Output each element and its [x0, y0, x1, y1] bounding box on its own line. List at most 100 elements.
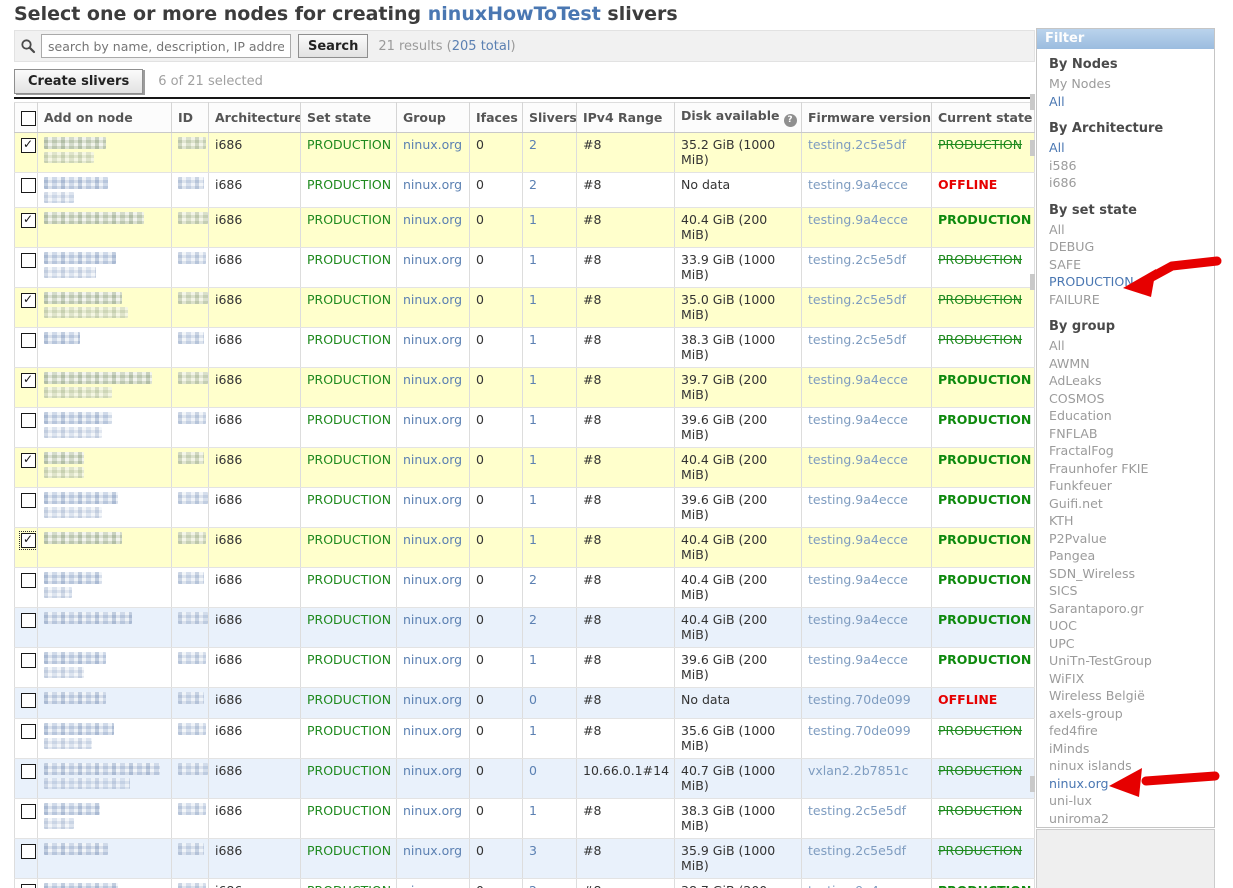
filter-item-all[interactable]: All: [1049, 337, 1214, 355]
row-checkbox[interactable]: [21, 724, 36, 739]
group-link[interactable]: ninux.org: [403, 612, 462, 627]
filter-item-funkfeuer[interactable]: Funkfeuer: [1049, 477, 1214, 495]
firmware-link[interactable]: testing.9a4ecce: [808, 372, 908, 387]
redacted-node-name[interactable]: [44, 883, 118, 888]
filter-item-upc[interactable]: UPC: [1049, 635, 1214, 653]
slivers-link[interactable]: 1: [529, 372, 537, 387]
search-input[interactable]: [41, 34, 291, 58]
slivers-link[interactable]: 2: [529, 177, 537, 192]
firmware-link[interactable]: testing.9a4ecce: [808, 572, 908, 587]
slivers-link[interactable]: 1: [529, 252, 537, 267]
firmware-link[interactable]: testing.9a4ecce: [808, 212, 908, 227]
filter-item-axels-group[interactable]: axels-group: [1049, 705, 1214, 723]
row-checkbox[interactable]: [21, 533, 36, 548]
group-link[interactable]: ninux.org: [403, 763, 462, 778]
redacted-node-name[interactable]: [44, 137, 106, 149]
filter-item-uni-lux[interactable]: uni-lux: [1049, 792, 1214, 810]
redacted-node-name[interactable]: [44, 692, 106, 704]
redacted-node-name[interactable]: [44, 652, 106, 664]
slivers-link[interactable]: 1: [529, 212, 537, 227]
filter-item-failure[interactable]: FAILURE: [1049, 291, 1214, 309]
row-checkbox[interactable]: [21, 844, 36, 859]
group-link[interactable]: ninux.org: [403, 572, 462, 587]
filter-item-all[interactable]: All: [1049, 221, 1214, 239]
filter-item-all[interactable]: All: [1049, 139, 1214, 157]
firmware-link[interactable]: testing.2c5e5df: [808, 803, 906, 818]
group-link[interactable]: ninux.org: [403, 692, 462, 707]
row-checkbox[interactable]: [21, 333, 36, 348]
redacted-node-name[interactable]: [44, 372, 152, 384]
slivers-link[interactable]: 3: [529, 843, 537, 858]
firmware-link[interactable]: testing.9a4ecce: [808, 532, 908, 547]
row-checkbox[interactable]: [21, 884, 36, 888]
row-checkbox[interactable]: [21, 493, 36, 508]
row-checkbox[interactable]: [21, 373, 36, 388]
redacted-node-name[interactable]: [44, 412, 112, 424]
row-checkbox[interactable]: [21, 804, 36, 819]
row-checkbox[interactable]: [21, 573, 36, 588]
filter-item-fractalfog[interactable]: FractalFog: [1049, 442, 1214, 460]
filter-item-i686[interactable]: i686: [1049, 174, 1214, 192]
row-checkbox[interactable]: [21, 138, 36, 153]
slivers-link[interactable]: 2: [529, 137, 537, 152]
create-slivers-button[interactable]: Create slivers: [14, 69, 143, 94]
filter-item-fed4fire[interactable]: fed4fire: [1049, 722, 1214, 740]
filter-item-education[interactable]: Education: [1049, 407, 1214, 425]
row-checkbox[interactable]: [21, 293, 36, 308]
firmware-link[interactable]: testing.2c5e5df: [808, 252, 906, 267]
firmware-link[interactable]: testing.9a4ecce: [808, 452, 908, 467]
row-checkbox[interactable]: [21, 413, 36, 428]
firmware-link[interactable]: testing.9a4ecce: [808, 177, 908, 192]
filter-item-my-nodes[interactable]: My Nodes: [1049, 75, 1214, 93]
firmware-link[interactable]: vxlan2.2b7851c: [808, 763, 908, 778]
firmware-link[interactable]: testing.2c5e5df: [808, 843, 906, 858]
slivers-link[interactable]: 1: [529, 412, 537, 427]
slivers-link[interactable]: 1: [529, 803, 537, 818]
total-results-link[interactable]: 205 total: [452, 39, 511, 54]
slivers-link[interactable]: 1: [529, 332, 537, 347]
group-link[interactable]: ninux.org: [403, 372, 462, 387]
slivers-link[interactable]: 0: [529, 763, 537, 778]
filter-item-awmn[interactable]: AWMN: [1049, 355, 1214, 373]
group-link[interactable]: ninux.org: [403, 883, 462, 888]
slivers-link[interactable]: 1: [529, 452, 537, 467]
filter-item-cosmos[interactable]: COSMOS: [1049, 390, 1214, 408]
row-checkbox[interactable]: [21, 613, 36, 628]
group-link[interactable]: ninux.org: [403, 843, 462, 858]
filter-item-pangea[interactable]: Pangea: [1049, 547, 1214, 565]
filter-item-sics[interactable]: SICS: [1049, 582, 1214, 600]
redacted-node-name[interactable]: [44, 177, 108, 189]
filter-item-iminds[interactable]: iMinds: [1049, 740, 1214, 758]
redacted-node-name[interactable]: [44, 572, 102, 584]
filter-item-wireless-belgi-[interactable]: Wireless België: [1049, 687, 1214, 705]
filter-item-fraunhofer-fkie[interactable]: Fraunhofer FKIE: [1049, 460, 1214, 478]
redacted-node-name[interactable]: [44, 763, 160, 775]
group-link[interactable]: ninux.org: [403, 532, 462, 547]
redacted-node-name[interactable]: [44, 452, 84, 464]
slivers-link[interactable]: 0: [529, 692, 537, 707]
redacted-node-name[interactable]: [44, 252, 116, 264]
group-link[interactable]: ninux.org: [403, 652, 462, 667]
filter-item-wifix[interactable]: WiFIX: [1049, 670, 1214, 688]
firmware-link[interactable]: testing.9a4ecce: [808, 412, 908, 427]
firmware-link[interactable]: testing.2c5e5df: [808, 137, 906, 152]
filter-item-unitn-testgroup[interactable]: UniTn-TestGroup: [1049, 652, 1214, 670]
redacted-node-name[interactable]: [44, 212, 144, 224]
filter-item-uniroma2[interactable]: uniroma2: [1049, 810, 1214, 828]
slivers-link[interactable]: 1: [529, 292, 537, 307]
redacted-node-name[interactable]: [44, 292, 122, 304]
redacted-node-name[interactable]: [44, 843, 108, 855]
group-link[interactable]: ninux.org: [403, 412, 462, 427]
filter-item-production[interactable]: PRODUCTION: [1049, 273, 1214, 291]
row-checkbox[interactable]: [21, 253, 36, 268]
group-link[interactable]: ninux.org: [403, 452, 462, 467]
group-link[interactable]: ninux.org: [403, 212, 462, 227]
group-link[interactable]: ninux.org: [403, 292, 462, 307]
slivers-link[interactable]: 2: [529, 572, 537, 587]
redacted-node-name[interactable]: [44, 532, 122, 544]
slivers-link[interactable]: 1: [529, 532, 537, 547]
group-link[interactable]: ninux.org: [403, 177, 462, 192]
group-link[interactable]: ninux.org: [403, 803, 462, 818]
redacted-node-name[interactable]: [44, 332, 80, 344]
filter-item-ninux-org[interactable]: ninux.org: [1049, 775, 1214, 793]
